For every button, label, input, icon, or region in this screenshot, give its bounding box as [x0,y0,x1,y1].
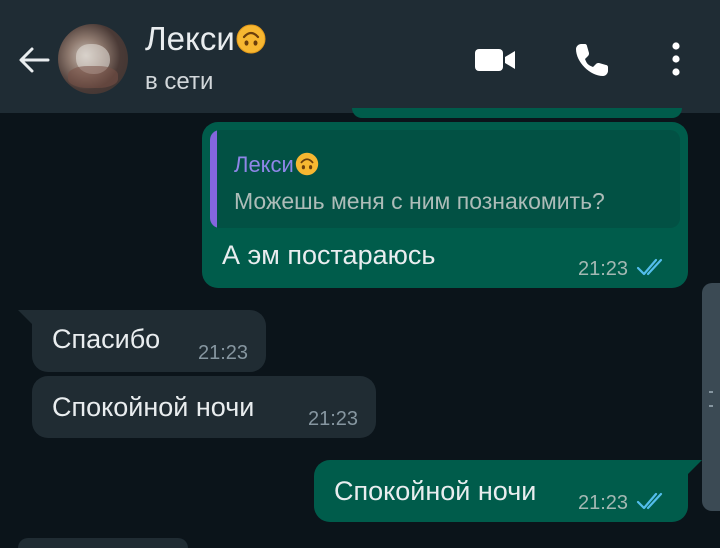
fast-scroll-handle[interactable] [702,283,720,511]
message-text: Спокойной ночи [52,392,255,422]
bubble-tail [688,460,702,474]
message-text: А эм постараюсь [222,240,436,270]
phone-icon[interactable] [572,40,612,80]
chat-header: Лекси в сети [0,0,720,113]
message-bubble-incoming[interactable]: Спокойной ночи 21:23 [32,376,376,438]
quoted-message[interactable]: Лекси Можешь меня с ним познакомить? [210,130,680,228]
upside-down-face-emoji-icon [236,24,266,54]
quoted-sender-name: Лекси [234,152,319,178]
quote-bar [210,130,217,228]
upside-down-face-emoji-icon [295,152,319,176]
avatar[interactable] [58,24,128,94]
read-ticks-icon [636,492,663,510]
message-bubble-outgoing[interactable]: Спокойной ночи 21:23 [314,460,688,522]
contact-status: в сети [145,68,214,95]
message-time: 21:23 [578,258,629,280]
bubble-tail [18,310,32,324]
message-text: Спасибо [52,324,161,354]
message-time: 21:23 [198,342,249,364]
message-bubble-incoming[interactable]: Спасибо 21:23 [32,310,266,372]
back-arrow-icon[interactable] [14,40,54,80]
read-ticks-icon [636,258,663,276]
more-vert-icon[interactable] [660,40,692,80]
next-message-bubble [18,538,188,548]
scroll-grip-icon [709,391,713,407]
message-time: 21:23 [308,408,359,430]
video-call-icon[interactable] [472,44,518,76]
quoted-message-text: Можешь меня с ним познакомить? [234,188,605,214]
message-text: Спокойной ночи [334,476,537,506]
message-time: 21:23 [578,492,629,514]
contact-name[interactable]: Лекси [145,20,266,58]
previous-message-bubble [352,108,682,118]
message-bubble-outgoing-reply[interactable]: Лекси Можешь меня с ним познакомить? А э… [202,122,688,288]
